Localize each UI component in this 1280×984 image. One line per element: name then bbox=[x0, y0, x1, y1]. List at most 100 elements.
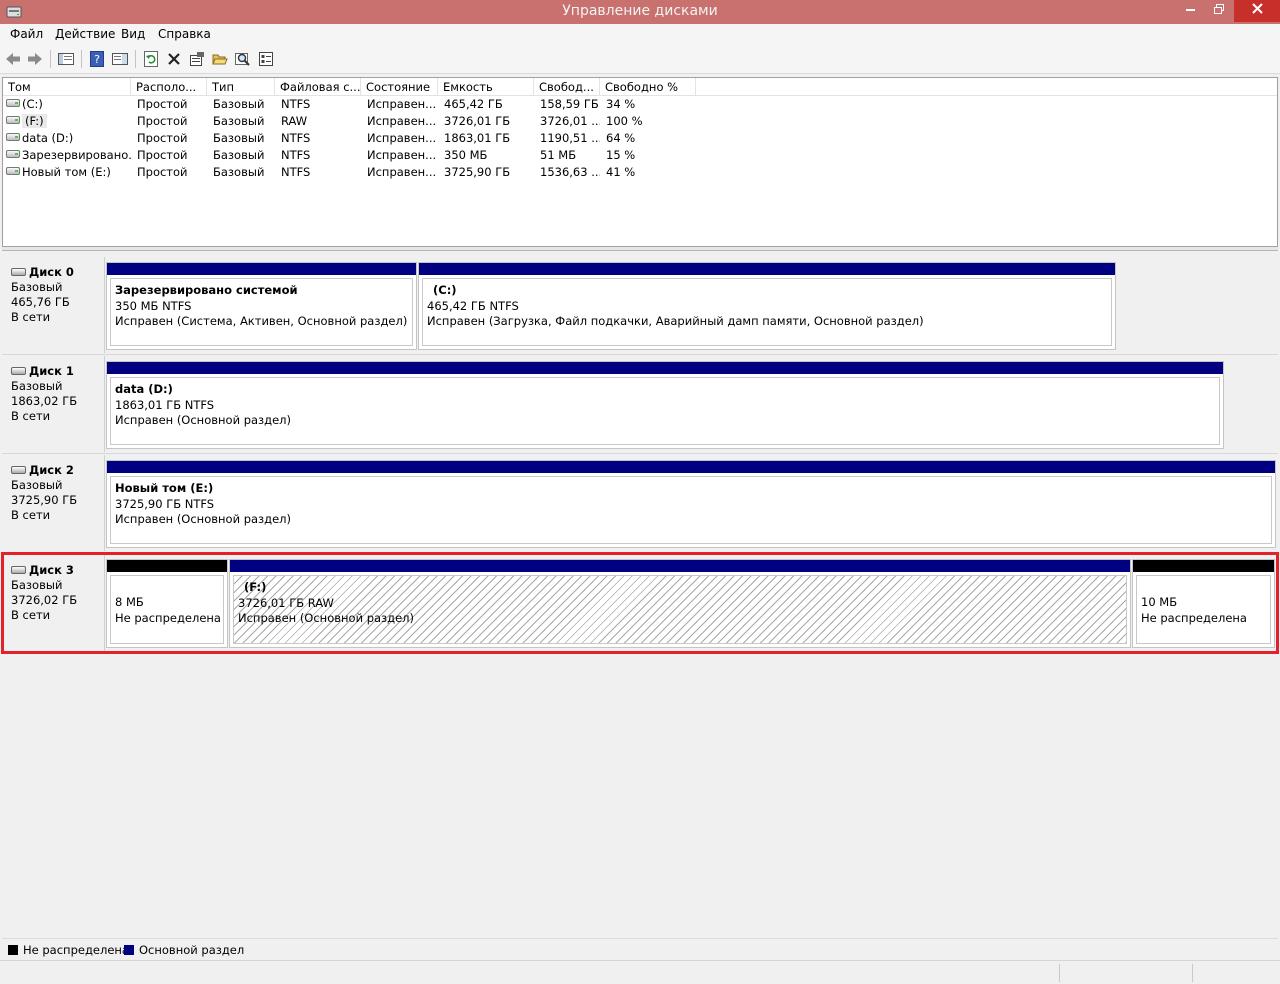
menu-bar: Файл Действие Вид Справка bbox=[0, 24, 1280, 44]
close-button[interactable] bbox=[1234, 0, 1280, 22]
minimize-icon bbox=[1186, 9, 1195, 11]
help-button[interactable]: ? bbox=[87, 49, 107, 69]
disk-2-name-text: Диск 2 bbox=[29, 463, 74, 477]
properties-button[interactable] bbox=[187, 49, 207, 69]
delete-button[interactable] bbox=[164, 49, 184, 69]
console-tree-icon bbox=[58, 53, 74, 65]
column-header-capacity[interactable]: Емкость bbox=[438, 78, 534, 96]
menu-file[interactable]: Файл bbox=[10, 27, 43, 41]
column-header-volume[interactable]: Том bbox=[3, 78, 131, 96]
cell-type: Базовый bbox=[213, 114, 265, 128]
cell-type: Базовый bbox=[213, 97, 265, 111]
partition-details: Новый том (E:) 3725,90 ГБ NTFS Исправен … bbox=[110, 476, 1272, 544]
legend-label: Не распределена bbox=[23, 943, 129, 957]
partition-e[interactable]: Новый том (E:) 3725,90 ГБ NTFS Исправен … bbox=[106, 460, 1276, 548]
primary-partition-bar bbox=[107, 461, 1275, 473]
table-row[interactable]: Зарезервировано... Простой Базовый NTFS … bbox=[3, 147, 1277, 164]
legend-swatch-unallocated bbox=[8, 945, 18, 955]
cell-type: Базовый bbox=[213, 148, 265, 162]
disk-2-type: Базовый bbox=[11, 478, 63, 492]
cell-capacity: 350 МБ bbox=[444, 148, 488, 162]
show-hide-tree-button[interactable] bbox=[56, 49, 76, 69]
window-title: Управление дисками bbox=[562, 3, 718, 19]
column-header-type[interactable]: Тип bbox=[207, 78, 275, 96]
settings-list-button[interactable] bbox=[256, 49, 276, 69]
pane-splitter[interactable] bbox=[2, 247, 1278, 251]
partition-details: Зарезервировано системой 350 МБ NTFS Исп… bbox=[110, 278, 413, 346]
cell-capacity: 3726,01 ГБ bbox=[444, 114, 511, 128]
disk-0-label[interactable]: Диск 0 Базовый 465,76 ГБ В сети bbox=[2, 257, 105, 353]
disk-icon bbox=[11, 466, 26, 474]
menu-action[interactable]: Действие bbox=[55, 27, 115, 41]
legend-item-unallocated: Не распределена bbox=[8, 943, 129, 957]
properties-view-button[interactable] bbox=[110, 49, 130, 69]
partition-status: Исправен (Загрузка, Файл подкачки, Авари… bbox=[427, 314, 924, 328]
column-header-free-percent[interactable]: Свободно % bbox=[600, 78, 696, 96]
partition-title: data (D:) bbox=[115, 382, 173, 396]
toolbar-separator bbox=[135, 50, 136, 68]
table-row[interactable]: (F:) Простой Базовый RAW Исправен... 372… bbox=[3, 113, 1277, 130]
disk-0-name-text: Диск 0 bbox=[29, 265, 74, 279]
disk-1-type: Базовый bbox=[11, 379, 63, 393]
open-button[interactable] bbox=[210, 49, 230, 69]
cell-volume: (F:) bbox=[3, 114, 131, 128]
menu-help[interactable]: Справка bbox=[158, 27, 211, 41]
column-header-filesystem[interactable]: Файловая с... bbox=[275, 78, 361, 96]
partition-c[interactable]: (C:) 465,42 ГБ NTFS Исправен (Загрузка, … bbox=[418, 262, 1116, 350]
primary-partition-bar bbox=[107, 362, 1223, 374]
volume-list: Том Располо... Тип Файловая с... Состоян… bbox=[2, 77, 1278, 247]
column-header-status[interactable]: Состояние bbox=[361, 78, 438, 96]
cell-layout: Простой bbox=[137, 97, 188, 111]
back-button[interactable] bbox=[3, 49, 23, 69]
table-row[interactable]: data (D:) Простой Базовый NTFS Исправен.… bbox=[3, 130, 1277, 147]
cell-volume-selected: (F:) bbox=[22, 114, 47, 128]
partition-size: 1863,01 ГБ NTFS bbox=[115, 397, 215, 412]
column-header-free-space[interactable]: Свобод... bbox=[534, 78, 600, 96]
cell-free-space: 158,59 ГБ bbox=[540, 97, 599, 111]
cell-volume: Новый том (E:) bbox=[22, 165, 111, 179]
back-arrow-icon bbox=[6, 53, 20, 65]
cell-status: Исправен... bbox=[367, 148, 437, 162]
forward-arrow-icon bbox=[28, 53, 42, 65]
restore-icon bbox=[1214, 4, 1224, 14]
partition-d[interactable]: data (D:) 1863,01 ГБ NTFS Исправен (Осно… bbox=[106, 361, 1224, 449]
partition-details: (C:) 465,42 ГБ NTFS Исправен (Загрузка, … bbox=[422, 278, 1112, 346]
table-row[interactable]: Новый том (E:) Простой Базовый NTFS Испр… bbox=[3, 164, 1277, 181]
cell-free-percent: 41 % bbox=[606, 165, 636, 179]
legend-swatch-primary bbox=[124, 945, 134, 955]
disk-1-size: 1863,02 ГБ bbox=[11, 394, 78, 408]
table-row[interactable]: (C:) Простой Базовый NTFS Исправен... 46… bbox=[3, 96, 1277, 113]
forward-button[interactable] bbox=[25, 49, 45, 69]
primary-partition-bar bbox=[419, 263, 1115, 275]
cell-volume: data (D:) bbox=[22, 131, 74, 145]
cell-free-percent: 15 % bbox=[606, 148, 636, 162]
restore-button[interactable] bbox=[1206, 0, 1232, 22]
folder-open-icon bbox=[212, 54, 228, 65]
disk-icon bbox=[11, 367, 26, 375]
refresh-icon bbox=[144, 51, 158, 67]
disk-1-name-text: Диск 1 bbox=[29, 364, 74, 378]
disk-2-status: В сети bbox=[11, 508, 51, 522]
cell-filesystem: NTFS bbox=[281, 131, 311, 145]
cell-filesystem: RAW bbox=[281, 114, 308, 128]
disk-2-label[interactable]: Диск 2 Базовый 3725,90 ГБ В сети bbox=[2, 455, 105, 551]
primary-partition-bar bbox=[107, 263, 416, 275]
cell-filesystem: NTFS bbox=[281, 148, 311, 162]
minimize-button[interactable] bbox=[1178, 0, 1204, 22]
menu-view[interactable]: Вид bbox=[121, 27, 145, 41]
svg-text:?: ? bbox=[94, 53, 100, 66]
disk-0-status: В сети bbox=[11, 310, 51, 324]
disk-1-label[interactable]: Диск 1 Базовый 1863,02 ГБ В сети bbox=[2, 356, 105, 452]
cell-free-space: 3726,01 ... bbox=[540, 114, 600, 128]
cell-capacity: 1863,01 ГБ bbox=[444, 131, 511, 145]
volume-list-header: Том Располо... Тип Файловая с... Состоян… bbox=[3, 78, 1277, 96]
partition-system-reserved[interactable]: Зарезервировано системой 350 МБ NTFS Исп… bbox=[106, 262, 417, 350]
explore-button[interactable] bbox=[233, 49, 253, 69]
cell-free-percent: 100 % bbox=[606, 114, 643, 128]
refresh-button[interactable] bbox=[141, 49, 161, 69]
cell-layout: Простой bbox=[137, 165, 188, 179]
column-header-layout[interactable]: Располо... bbox=[131, 78, 207, 96]
highlight-frame bbox=[1, 552, 1279, 654]
cell-capacity: 465,42 ГБ bbox=[444, 97, 503, 111]
disk-icon bbox=[11, 268, 26, 276]
